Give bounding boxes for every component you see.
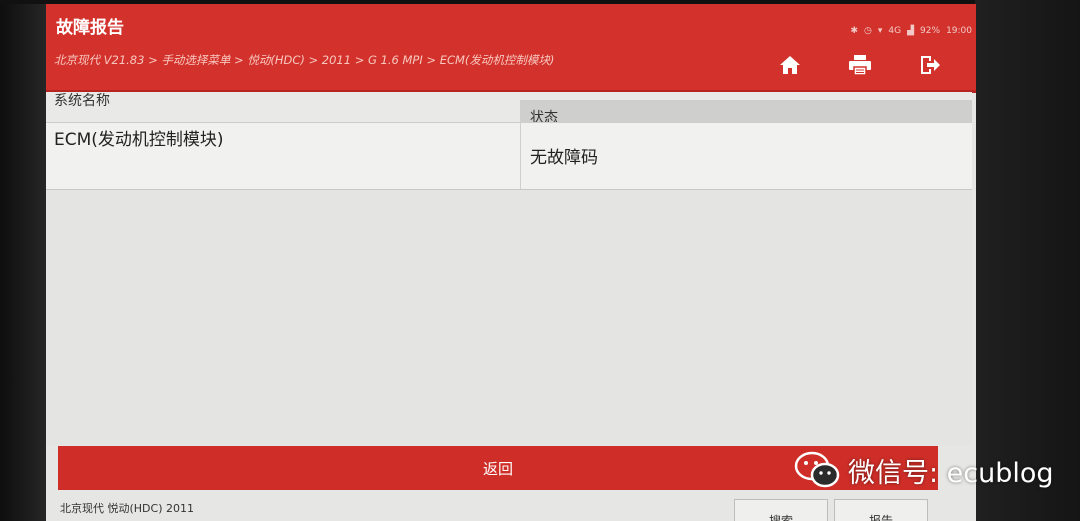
search-button[interactable]: 搜索 [734, 499, 828, 521]
print-button[interactable] [840, 48, 880, 82]
exit-button[interactable] [910, 48, 950, 82]
column-divider [520, 123, 521, 189]
bluetooth-icon: ✱ [850, 26, 859, 36]
wechat-icon [794, 451, 840, 488]
header-system-name: 系统名称 [54, 93, 110, 109]
wifi-icon: ▾ [877, 26, 883, 36]
nav-bar: 北京现代 V21.83 > 手动选择菜单 > 悦动(HDC) > 2011 > … [46, 44, 976, 93]
time-label: 19:00 [946, 26, 972, 36]
home-icon [780, 56, 800, 74]
alarm-icon: ◷ [864, 26, 872, 36]
breadcrumb: 北京现代 V21.83 > 手动选择菜单 > 悦动(HDC) > 2011 > … [54, 53, 555, 67]
title-bar: 故障报告 ✱ ◷ ▾ 4G ▟ 92% 19:00 [46, 4, 976, 44]
watermark: 微信号: ecublog [792, 450, 1054, 490]
status-cell: 无故障码 [530, 148, 598, 168]
watermark-text: 微信号: ecublog [848, 457, 1054, 489]
status-bar: ✱ ◷ ▾ 4G ▟ 92% 19:00 [850, 26, 972, 36]
print-icon [849, 55, 871, 76]
system-name-cell: ECM(发动机控制模块) [54, 130, 224, 150]
empty-list-area [46, 190, 972, 445]
tablet-screen: 故障报告 ✱ ◷ ▾ 4G ▟ 92% 19:00 北京现代 V21.83 > … [46, 4, 976, 521]
device-bezel-left [0, 0, 46, 521]
exit-icon [921, 56, 940, 74]
signal-icon: ▟ [907, 26, 915, 36]
report-button[interactable]: 报告 [834, 499, 928, 521]
battery-label: 92% [920, 26, 941, 36]
table-row[interactable]: ECM(发动机控制模块) 无故障码 [46, 122, 972, 190]
page-title: 故障报告 [56, 18, 124, 38]
device-bezel-right [975, 0, 1080, 521]
network-label: 4G [888, 26, 902, 36]
vehicle-info: 北京现代 悦动(HDC) 2011 [60, 502, 194, 515]
home-button[interactable] [770, 48, 810, 82]
